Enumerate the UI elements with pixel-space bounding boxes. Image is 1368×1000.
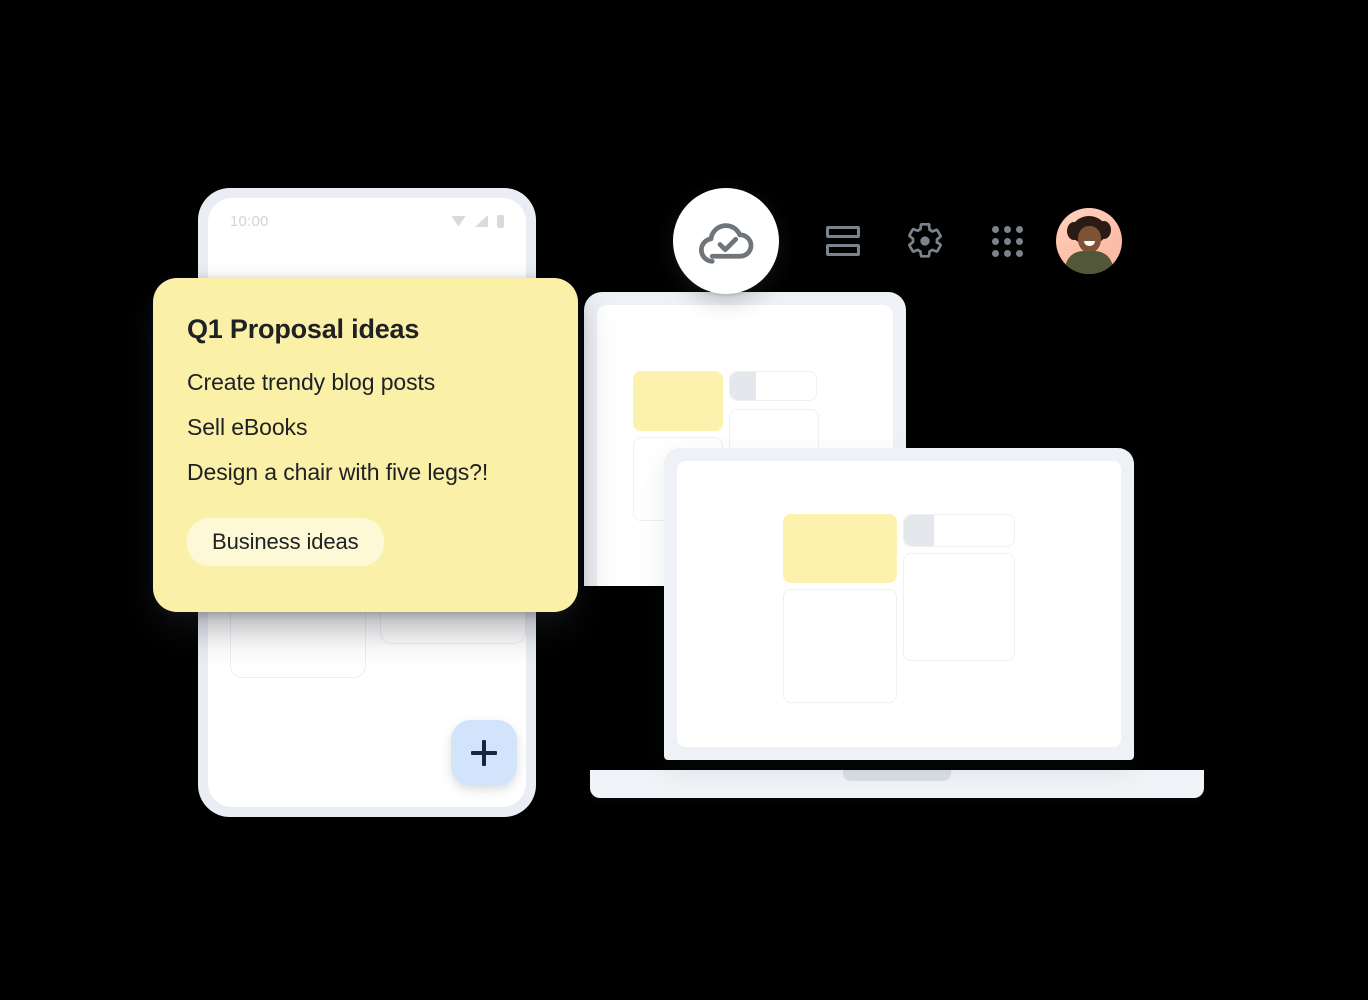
laptop-back-card-with-chip[interactable] bbox=[729, 371, 817, 401]
settings-button[interactable] bbox=[892, 208, 958, 274]
avatar-body bbox=[1065, 251, 1113, 274]
phone-status-bar: 10:00 bbox=[208, 198, 526, 244]
laptop-back-note-yellow[interactable] bbox=[633, 371, 723, 431]
signal-icon bbox=[475, 215, 488, 227]
laptop-front-note-yellow[interactable] bbox=[783, 514, 897, 583]
top-icon-bar bbox=[810, 208, 1130, 274]
laptop-front bbox=[664, 448, 1134, 778]
avatar-face bbox=[1078, 226, 1101, 253]
note-card[interactable]: Q1 Proposal ideas Create trendy blog pos… bbox=[153, 278, 578, 612]
note-title: Q1 Proposal ideas bbox=[187, 314, 420, 344]
add-note-fab[interactable] bbox=[451, 720, 517, 786]
laptop-front-card-with-chip[interactable] bbox=[903, 514, 1015, 547]
account-avatar[interactable] bbox=[1056, 208, 1122, 274]
laptop-front-screen bbox=[677, 461, 1121, 747]
wifi-icon bbox=[451, 215, 466, 227]
laptop-front-card-right[interactable] bbox=[903, 553, 1015, 661]
status-bar-icons bbox=[451, 214, 504, 228]
split-view-icon bbox=[826, 224, 860, 258]
battery-icon bbox=[497, 214, 504, 228]
note-line: Design a chair with five legs?! bbox=[187, 459, 489, 485]
note-tag-chip[interactable]: Business ideas bbox=[187, 518, 384, 566]
cloud-done-icon bbox=[699, 223, 754, 264]
apps-grid-button[interactable] bbox=[974, 208, 1040, 274]
apps-grid-icon bbox=[992, 226, 1023, 257]
laptop-front-lid bbox=[664, 448, 1134, 760]
gear-icon bbox=[908, 222, 942, 258]
cloud-done-badge[interactable] bbox=[673, 188, 779, 294]
plus-icon bbox=[482, 740, 486, 766]
laptop-front-card-left[interactable] bbox=[783, 589, 897, 703]
chip-block bbox=[730, 372, 756, 400]
illustration-canvas: 10:00 Q1 Proposal ideas Create trendy bl… bbox=[0, 0, 1368, 1000]
status-bar-time: 10:00 bbox=[230, 212, 269, 230]
note-line: Sell eBooks bbox=[187, 414, 308, 440]
chip-block bbox=[904, 515, 934, 546]
split-view-button[interactable] bbox=[810, 208, 876, 274]
note-line: Create trendy blog posts bbox=[187, 369, 436, 395]
